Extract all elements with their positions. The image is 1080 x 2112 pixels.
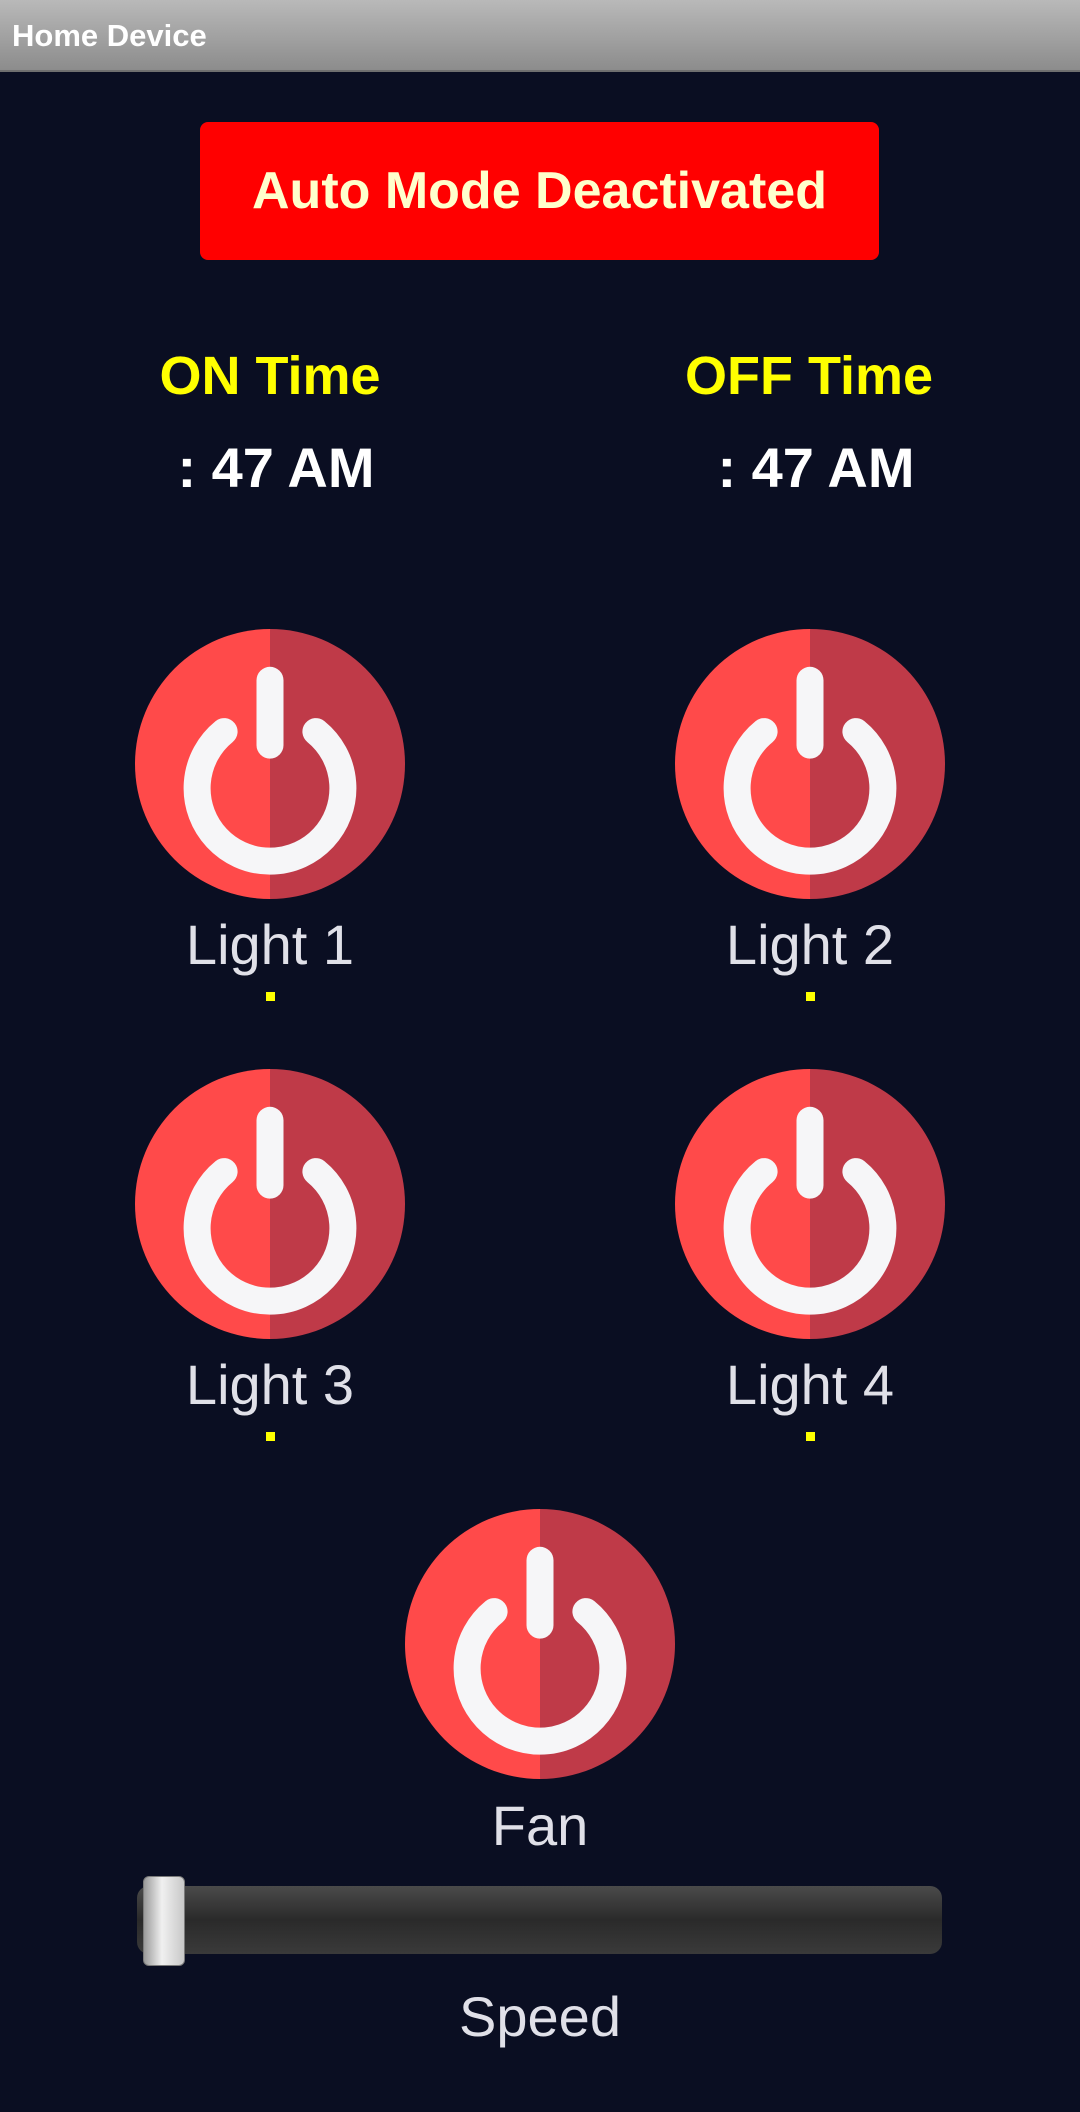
light-4-label: Light 4 xyxy=(725,1353,895,1416)
light-1-label: Light 1 xyxy=(185,913,355,976)
fan-power-button[interactable] xyxy=(405,1509,675,1779)
light-2-label: Light 2 xyxy=(725,913,895,976)
on-time-value[interactable]: : 47 AM xyxy=(76,435,476,500)
fan-label: Fan xyxy=(491,1794,589,1857)
light-2-status-dot xyxy=(806,992,815,1001)
power-icon xyxy=(675,1069,945,1339)
light-4-status-dot xyxy=(806,1432,815,1441)
light-1-status-dot xyxy=(266,992,275,1001)
speed-label: Speed xyxy=(459,1985,621,2048)
power-icon xyxy=(675,629,945,899)
light-3-status-dot xyxy=(266,1432,275,1441)
light-3-label: Light 3 xyxy=(185,1353,355,1416)
light-2-power-button[interactable] xyxy=(675,629,945,899)
app-title: Home Device xyxy=(12,18,207,53)
power-icon xyxy=(135,629,405,899)
title-bar: Home Device xyxy=(0,0,1080,72)
power-icon xyxy=(405,1509,675,1779)
light-4-power-button[interactable] xyxy=(675,1069,945,1339)
speed-slider-thumb[interactable] xyxy=(143,1876,185,1966)
on-time-label: ON Time xyxy=(159,346,381,406)
light-1-power-button[interactable] xyxy=(135,629,405,899)
auto-mode-button[interactable]: Auto Mode Deactivated xyxy=(200,122,879,260)
speed-slider[interactable] xyxy=(137,1876,942,1966)
power-icon xyxy=(135,1069,405,1339)
off-time-label: OFF Time xyxy=(684,346,934,406)
light-3-power-button[interactable] xyxy=(135,1069,405,1339)
off-time-value[interactable]: : 47 AM xyxy=(616,435,1016,500)
